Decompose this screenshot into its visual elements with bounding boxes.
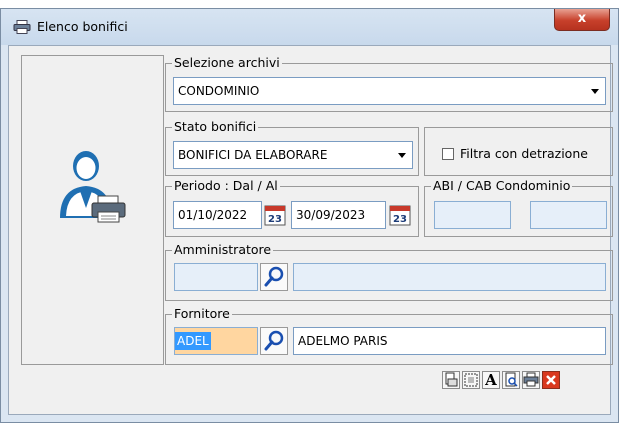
cab-input[interactable] bbox=[530, 201, 607, 229]
filtra-label: Filtra con detrazione bbox=[460, 146, 588, 161]
close-icon bbox=[546, 375, 556, 385]
fornitore-name-input[interactable]: ADELMO PARIS bbox=[293, 327, 606, 355]
abi-cab-group: ABI / CAB Condominio bbox=[424, 178, 613, 237]
fornitore-name-value: ADELMO PARIS bbox=[298, 334, 388, 348]
select-frame-icon bbox=[464, 373, 478, 387]
user-printer-icon bbox=[60, 151, 126, 223]
left-panel bbox=[21, 55, 164, 365]
stato-bonifici-value: BONIFICI DA ELABORARE bbox=[178, 148, 328, 162]
window-title: Elenco bonifici bbox=[37, 19, 128, 34]
chevron-down-icon bbox=[591, 89, 599, 94]
printer-icon bbox=[13, 20, 31, 34]
filtra-group: Filtra con detrazione bbox=[424, 127, 613, 176]
calendar-icon[interactable]: 23 bbox=[389, 204, 411, 226]
periodo-dal-value: 01/10/2022 bbox=[178, 208, 248, 222]
abi-input[interactable] bbox=[434, 201, 511, 229]
fornitore-group: Fornitore ADEL ADELMO PARIS bbox=[165, 306, 613, 365]
amministratore-name-input[interactable] bbox=[293, 263, 606, 291]
title-bar: Elenco bonifici x bbox=[1, 9, 618, 45]
periodo-group: Periodo : Dal / Al 01/10/2022 23 30/09/2… bbox=[165, 178, 419, 237]
selezione-archivi-select[interactable]: CONDOMINIO bbox=[173, 77, 606, 105]
print-preview-icon bbox=[505, 372, 518, 387]
calendar-icon[interactable]: 23 bbox=[264, 204, 286, 226]
chevron-down-icon bbox=[398, 153, 406, 158]
fornitore-code-value: ADEL bbox=[175, 332, 211, 350]
selezione-archivi-group: Selezione archivi CONDOMINIO bbox=[165, 55, 613, 112]
export-icon bbox=[445, 372, 458, 387]
filtra-checkbox[interactable] bbox=[442, 148, 454, 160]
font-button[interactable]: A bbox=[482, 371, 500, 389]
search-icon bbox=[264, 266, 284, 287]
amministratore-search-button[interactable] bbox=[260, 263, 288, 291]
periodo-al-value: 30/09/2023 bbox=[296, 208, 366, 222]
selezione-archivi-legend: Selezione archivi bbox=[172, 55, 282, 71]
amministratore-group: Amministratore bbox=[165, 242, 613, 301]
fornitore-legend: Fornitore bbox=[172, 306, 232, 322]
abi-cab-legend: ABI / CAB Condominio bbox=[431, 178, 573, 194]
close-window-button[interactable]: x bbox=[554, 9, 610, 31]
font-icon: A bbox=[485, 371, 497, 389]
search-icon bbox=[264, 330, 284, 351]
calendar-day-text: 23 bbox=[393, 214, 407, 225]
fornitore-code-input[interactable]: ADEL bbox=[174, 327, 258, 355]
selezione-archivi-value: CONDOMINIO bbox=[178, 84, 260, 98]
stato-bonifici-select[interactable]: BONIFICI DA ELABORARE bbox=[173, 141, 413, 169]
print-button[interactable] bbox=[522, 371, 540, 389]
stato-bonifici-group: Stato bonifici BONIFICI DA ELABORARE bbox=[165, 119, 419, 176]
amministratore-code-input[interactable] bbox=[174, 263, 258, 291]
amministratore-legend: Amministratore bbox=[172, 242, 274, 258]
periodo-legend: Periodo : Dal / Al bbox=[172, 178, 280, 194]
print-icon bbox=[523, 372, 539, 387]
close-button[interactable] bbox=[542, 371, 560, 389]
stato-bonifici-legend: Stato bonifici bbox=[172, 119, 259, 135]
calendar-day-text: 23 bbox=[268, 214, 282, 225]
fornitore-search-button[interactable] bbox=[260, 327, 288, 355]
select-frame-button[interactable] bbox=[462, 371, 480, 389]
periodo-dal-input[interactable]: 01/10/2022 bbox=[173, 201, 262, 229]
export-button[interactable] bbox=[442, 371, 460, 389]
periodo-al-input[interactable]: 30/09/2023 bbox=[291, 201, 386, 229]
print-preview-button[interactable] bbox=[502, 371, 520, 389]
